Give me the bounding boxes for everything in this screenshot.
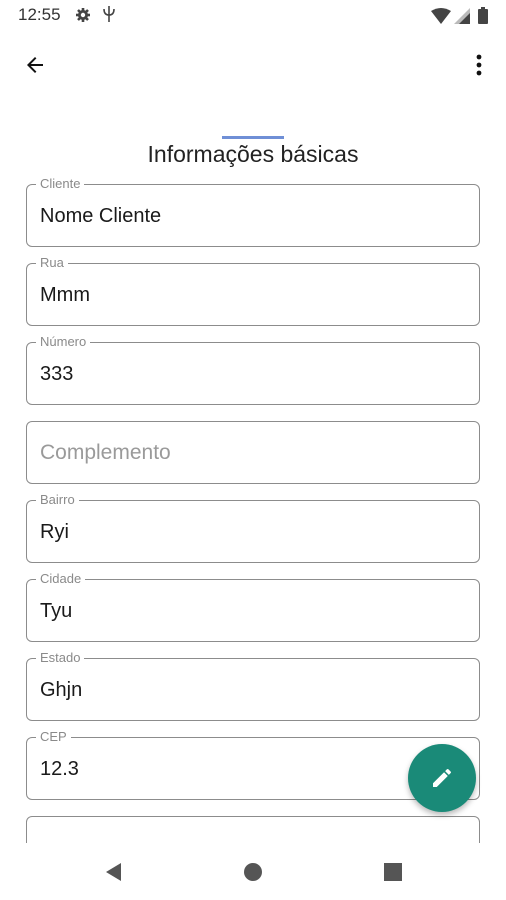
- pencil-edit-icon: [433, 768, 451, 787]
- field-value: 333: [40, 363, 74, 385]
- field-label: CEP: [36, 729, 71, 745]
- wifi-icon: [431, 8, 451, 24]
- more-options-button[interactable]: [464, 44, 494, 86]
- more-vert-icon: [476, 54, 482, 76]
- field-value: Mmm: [40, 284, 90, 306]
- field-label: Bairro: [36, 492, 79, 508]
- back-button[interactable]: [14, 44, 56, 86]
- phi-icon: [102, 5, 116, 23]
- field-label: Número: [36, 334, 91, 350]
- battery-icon: [478, 7, 488, 24]
- status-time: 12:55: [18, 5, 61, 24]
- nav-recents-button[interactable]: [378, 857, 408, 887]
- nav-back-button[interactable]: [98, 857, 128, 887]
- complemento-field[interactable]: Complemento: [26, 421, 480, 484]
- section-title: Informações básicas: [147, 141, 359, 167]
- bairro-field[interactable]: Bairro Ryi: [26, 492, 480, 563]
- field-label: Cliente: [36, 176, 85, 192]
- screen: 12:55 Informações básicas Cliente Nome C…: [0, 0, 506, 900]
- arrow-back-icon: [27, 57, 43, 73]
- field-value: Ryi: [40, 521, 69, 543]
- settings-gear-icon: [75, 7, 91, 23]
- tab-indicator: [222, 136, 284, 139]
- app-bar: [0, 40, 506, 90]
- field-value: Tyu: [40, 600, 73, 622]
- field-label: Estado: [36, 650, 85, 666]
- cliente-field[interactable]: Cliente Nome Cliente: [26, 176, 480, 247]
- nav-back-triangle-icon: [106, 863, 121, 881]
- estado-field[interactable]: Estado Ghjn: [26, 650, 480, 721]
- field-placeholder: Complemento: [40, 441, 171, 464]
- field-value: Ghjn: [40, 679, 83, 701]
- field-value: 12.3: [40, 758, 79, 780]
- rua-field[interactable]: Rua Mmm: [26, 255, 480, 326]
- cidade-field[interactable]: Cidade Tyu: [26, 571, 480, 642]
- field-label: Rua: [36, 255, 68, 271]
- nav-bar: [0, 843, 506, 900]
- nav-home-button[interactable]: [238, 857, 268, 887]
- signal-icon: [454, 8, 470, 24]
- status-bar: 12:55: [0, 0, 506, 32]
- field-value: Nome Cliente: [40, 205, 162, 227]
- field-label: Cidade: [36, 571, 86, 587]
- edit-fab-button[interactable]: [408, 744, 476, 812]
- numero-field[interactable]: Número 333: [26, 334, 480, 405]
- nav-recents-square-icon: [384, 863, 402, 881]
- nav-home-circle-icon: [244, 863, 262, 881]
